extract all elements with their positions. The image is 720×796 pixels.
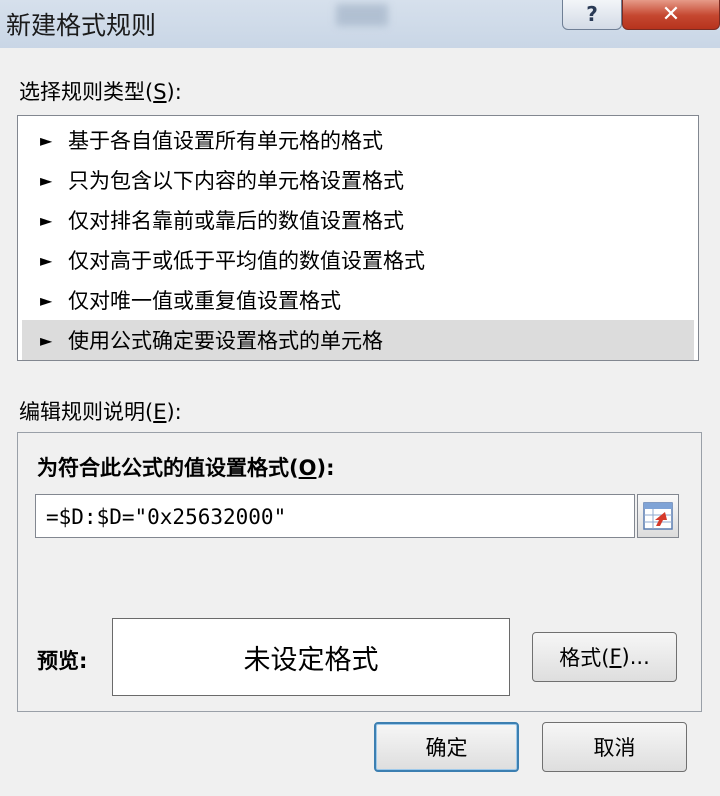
collapse-dialog-button[interactable] — [637, 494, 679, 538]
edit-description-label: 编辑规则说明(E): — [19, 400, 182, 424]
rule-type-label: 选择规则类型(S): — [19, 80, 182, 104]
format-preview: 未设定格式 — [112, 618, 510, 696]
expand-arrow-icon: ► — [40, 210, 53, 230]
title-bar-blur — [336, 4, 388, 26]
range-select-icon — [643, 502, 673, 530]
expand-arrow-icon: ► — [40, 130, 53, 150]
formula-label: 为符合此公式的值设置格式(O): — [37, 456, 335, 480]
help-button[interactable]: ? — [562, 0, 622, 30]
expand-arrow-icon: ► — [40, 290, 53, 310]
expand-arrow-icon: ► — [40, 170, 53, 190]
rule-type-item-all-cells[interactable]: ► 基于各自值设置所有单元格的格式 — [22, 120, 694, 160]
rule-type-item-top-bottom[interactable]: ► 仅对排名靠前或靠后的数值设置格式 — [22, 200, 694, 240]
expand-arrow-icon: ► — [40, 330, 53, 350]
cancel-button[interactable]: 取消 — [542, 722, 687, 772]
ok-button[interactable]: 确定 — [374, 722, 519, 772]
title-bar: 新建格式规则 ? ✕ — [0, 0, 720, 48]
expand-arrow-icon: ► — [40, 250, 53, 270]
rule-type-item-unique-duplicate[interactable]: ► 仅对唯一值或重复值设置格式 — [22, 280, 694, 320]
rule-type-item-formula[interactable]: ► 使用公式确定要设置格式的单元格 — [22, 320, 694, 360]
formula-input[interactable]: =$D:$D="0x25632000" — [35, 494, 635, 538]
close-button[interactable]: ✕ — [622, 0, 720, 30]
rule-type-item-contains[interactable]: ► 只为包含以下内容的单元格设置格式 — [22, 160, 694, 200]
window-title: 新建格式规则 — [6, 11, 157, 40]
preview-label: 预览: — [37, 649, 88, 673]
rule-type-list[interactable]: ► 基于各自值设置所有单元格的格式 ► 只为包含以下内容的单元格设置格式 ► 仅对排名… — [17, 115, 699, 361]
format-button[interactable]: 格式(F)... — [532, 632, 677, 682]
rule-type-item-average[interactable]: ► 仅对高于或低于平均值的数值设置格式 — [22, 240, 694, 280]
